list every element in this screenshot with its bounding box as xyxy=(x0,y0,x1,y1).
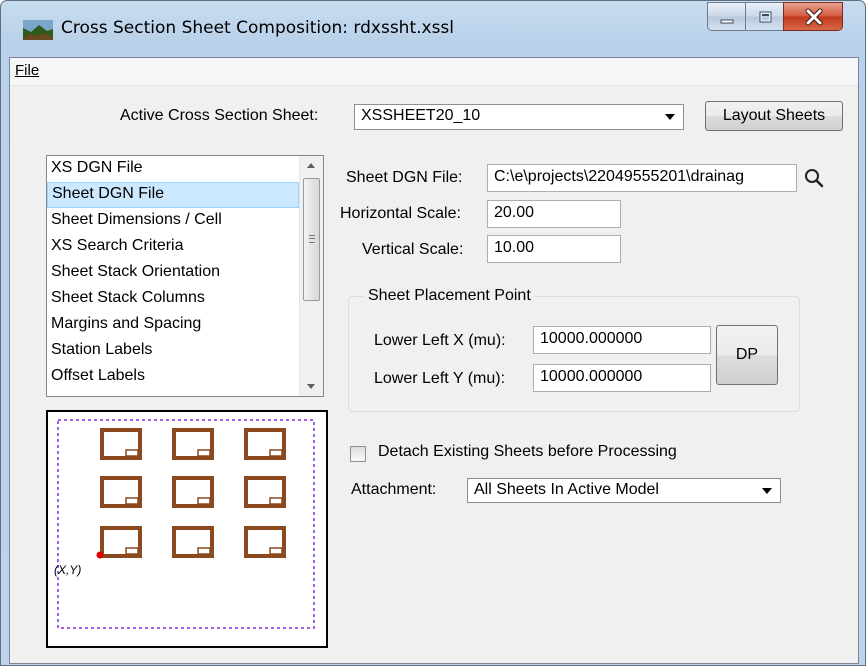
sheet-grid xyxy=(100,428,286,558)
list-item[interactable]: XS Search Criteria xyxy=(47,234,299,260)
maximize-icon xyxy=(759,11,772,23)
vertical-scale-input[interactable]: 10.00 xyxy=(487,235,621,263)
category-list-items: XS DGN File Sheet DGN File Sheet Dimension… xyxy=(47,156,323,390)
scroll-thumb[interactable] xyxy=(303,178,320,301)
dialog-client-area: File Active Cross Section Sheet: XSSHEET… xyxy=(9,57,859,664)
active-sheet-value: XSSHEET20_10 xyxy=(361,107,481,124)
sheet-thumbnail xyxy=(100,526,142,558)
maximize-button[interactable] xyxy=(745,2,784,31)
vertical-scale-label: Vertical Scale: xyxy=(362,241,464,258)
menu-file[interactable]: File xyxy=(15,62,39,79)
window-title: Cross Section Sheet Composition: rdxssht… xyxy=(61,18,455,38)
origin-label: (X,Y) xyxy=(54,563,81,577)
minimize-icon xyxy=(720,19,734,24)
horizontal-scale-label: Horizontal Scale: xyxy=(340,205,461,222)
category-list[interactable]: XS DGN File Sheet DGN File Sheet Dimension… xyxy=(46,155,324,397)
list-item[interactable]: Sheet Dimensions / Cell xyxy=(47,208,299,234)
sheet-thumbnail xyxy=(172,428,214,460)
sheet-thumbnail xyxy=(244,476,286,508)
list-item[interactable]: Margins and Spacing xyxy=(47,312,299,338)
detach-sheets-checkbox[interactable] xyxy=(350,446,366,462)
close-button[interactable] xyxy=(783,2,843,31)
title-bar[interactable]: Cross Section Sheet Composition: rdxssht… xyxy=(1,1,865,57)
sheet-thumbnail xyxy=(100,476,142,508)
scroll-up-arrow-icon[interactable] xyxy=(300,156,323,176)
attachment-value: All Sheets In Active Model xyxy=(474,481,659,498)
scroll-down-arrow-icon[interactable] xyxy=(300,376,323,396)
chevron-down-icon xyxy=(762,488,772,494)
active-sheet-label: Active Cross Section Sheet: xyxy=(120,107,319,124)
dialog-window: Cross Section Sheet Composition: rdxssht… xyxy=(0,0,866,666)
list-item[interactable]: Sheet Stack Orientation xyxy=(47,260,299,286)
menu-bar: File xyxy=(10,58,858,86)
close-icon xyxy=(805,8,823,26)
list-item[interactable]: Offset Labels xyxy=(47,364,299,390)
placement-point-title: Sheet Placement Point xyxy=(364,287,535,305)
search-icon[interactable] xyxy=(803,167,825,189)
lower-left-x-label: Lower Left X (mu): xyxy=(374,332,506,349)
horizontal-scale-input[interactable]: 20.00 xyxy=(487,200,621,228)
menu-file-label: File xyxy=(15,62,40,79)
layout-sheets-button[interactable]: Layout Sheets xyxy=(705,101,843,131)
origin-point-icon xyxy=(96,551,104,559)
detach-sheets-label: Detach Existing Sheets before Processing xyxy=(378,443,677,460)
scroll-grip-icon xyxy=(309,235,315,243)
lower-left-x-input[interactable]: 10000.000000 xyxy=(533,326,711,354)
list-item[interactable]: Station Labels xyxy=(47,338,299,364)
list-item[interactable]: XS DGN File xyxy=(47,156,299,182)
sheet-dgn-file-input[interactable]: C:\e\projects\22049555201\drainag xyxy=(487,164,797,192)
lower-left-y-label: Lower Left Y (mu): xyxy=(374,370,506,387)
data-point-button[interactable]: DP xyxy=(716,325,778,385)
sheet-layout-preview: (X,Y) xyxy=(46,410,328,648)
sheet-thumbnail xyxy=(244,526,286,558)
chevron-down-icon xyxy=(665,114,675,120)
sheet-dgn-file-label: Sheet DGN File: xyxy=(346,169,463,186)
active-sheet-dropdown[interactable]: XSSHEET20_10 xyxy=(354,104,684,130)
sheet-layout-diagram: (X,Y) xyxy=(54,419,315,629)
category-list-scrollbar[interactable] xyxy=(299,156,323,396)
attachment-dropdown[interactable]: All Sheets In Active Model xyxy=(467,478,781,503)
sheet-thumbnail xyxy=(100,428,142,460)
list-item[interactable]: Sheet Stack Columns xyxy=(47,286,299,312)
caption-buttons xyxy=(707,2,843,31)
minimize-button[interactable] xyxy=(707,2,746,31)
lower-left-y-input[interactable]: 10000.000000 xyxy=(533,364,711,392)
sheet-thumbnail xyxy=(172,526,214,558)
sheet-thumbnail xyxy=(172,476,214,508)
list-item[interactable]: Sheet DGN File xyxy=(47,182,299,208)
cross-section-app-icon xyxy=(23,20,53,40)
attachment-label: Attachment: xyxy=(351,481,437,498)
sheet-thumbnail xyxy=(244,428,286,460)
